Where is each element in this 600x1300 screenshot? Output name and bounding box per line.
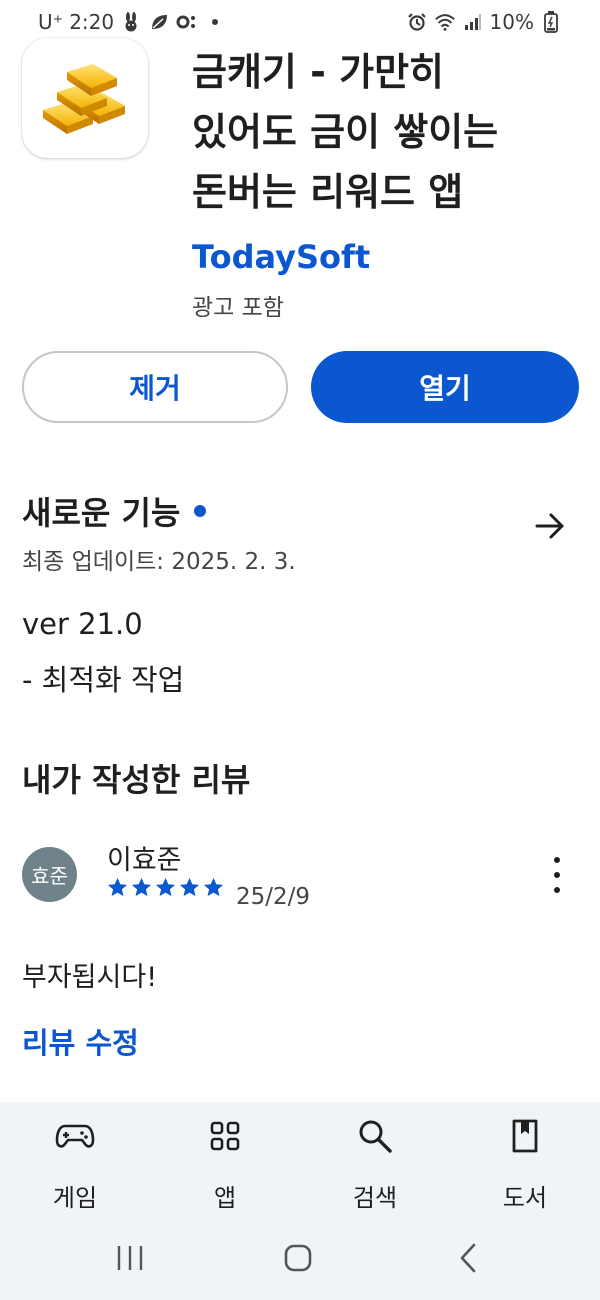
status-left: U⁺ 2:20: [38, 10, 226, 34]
my-review-title: 내가 작성한 리뷰: [22, 761, 251, 799]
arrow-right-icon[interactable]: [532, 508, 568, 544]
nav-item-games[interactable]: 게임: [20, 1116, 130, 1213]
back-icon[interactable]: [448, 1228, 488, 1288]
whats-new-header[interactable]: 새로운 기능: [22, 488, 207, 534]
app-title-line: 있어도 금이 쌓이는: [192, 110, 499, 154]
nav-label: 검색: [352, 1184, 398, 1212]
nav-item-books[interactable]: 도서: [470, 1116, 580, 1213]
open-button[interactable]: 열기: [311, 351, 579, 423]
battery-percent: 10%: [489, 10, 534, 34]
star-icon: [131, 877, 152, 897]
new-indicator-dot: [194, 505, 207, 517]
reviewer-name: 이효준: [107, 845, 182, 876]
recents-icon[interactable]: [110, 1228, 150, 1288]
review-text: 부자됩시다!: [22, 962, 158, 993]
gamepad-icon: [55, 1116, 95, 1156]
app-title-line: 금캐기 - 가만히: [192, 50, 444, 94]
rabbit-icon: [120, 11, 142, 33]
alarm-icon: [406, 11, 428, 33]
more-options-icon[interactable]: [544, 855, 570, 895]
battery-icon: [540, 11, 562, 33]
nav-item-apps[interactable]: 앱: [170, 1116, 280, 1213]
wifi-icon: [434, 11, 456, 33]
clock: 2:20: [69, 10, 115, 34]
apps-grid-icon: [205, 1116, 245, 1156]
gold-bars-icon: [43, 64, 125, 134]
nav-item-search[interactable]: 검색: [320, 1116, 430, 1213]
review-date: 25/2/9: [236, 884, 311, 910]
whats-new-title: 새로운 기능: [22, 494, 181, 532]
avatar: 효준: [22, 847, 77, 902]
nav-label: 앱: [213, 1184, 237, 1212]
star-icon: [203, 877, 224, 897]
remove-button[interactable]: 제거: [22, 351, 288, 423]
search-icon: [355, 1116, 395, 1156]
leaf-icon: [148, 11, 170, 33]
remove-button-label: 제거: [129, 372, 181, 405]
ads-notice: 광고 포함: [192, 295, 284, 321]
edit-review-link[interactable]: 리뷰 수정: [22, 1020, 139, 1062]
update-note: - 최적화 작업: [22, 663, 185, 697]
nav-label: 게임: [52, 1184, 98, 1212]
app-title: 금캐기 - 가만히 있어도 금이 쌓이는 돈버는 리워드 앱: [192, 42, 572, 222]
dot-icon: [204, 11, 226, 33]
system-nav-bar: [0, 1228, 600, 1288]
app-icon: [22, 38, 148, 158]
star-icon: [179, 877, 200, 897]
book-icon: [505, 1116, 545, 1156]
last-updated: 최종 업데이트: 2025. 2. 3.: [22, 549, 296, 575]
open-button-label: 열기: [419, 372, 471, 405]
nav-label: 도서: [502, 1184, 548, 1212]
home-icon[interactable]: [278, 1228, 318, 1288]
app-title-line: 돈버는 리워드 앱: [192, 170, 464, 214]
status-right: 10%: [406, 10, 562, 34]
avatar-text: 효준: [31, 864, 68, 888]
star-rating: [106, 876, 225, 899]
version-text: ver 21.0: [22, 607, 143, 641]
signal-icon: [462, 11, 484, 33]
star-icon: [155, 877, 176, 897]
developer-link[interactable]: TodaySoft: [192, 238, 370, 276]
star-icon: [107, 877, 128, 897]
oo-icon: [176, 11, 198, 33]
carrier-label: U⁺: [38, 10, 64, 34]
